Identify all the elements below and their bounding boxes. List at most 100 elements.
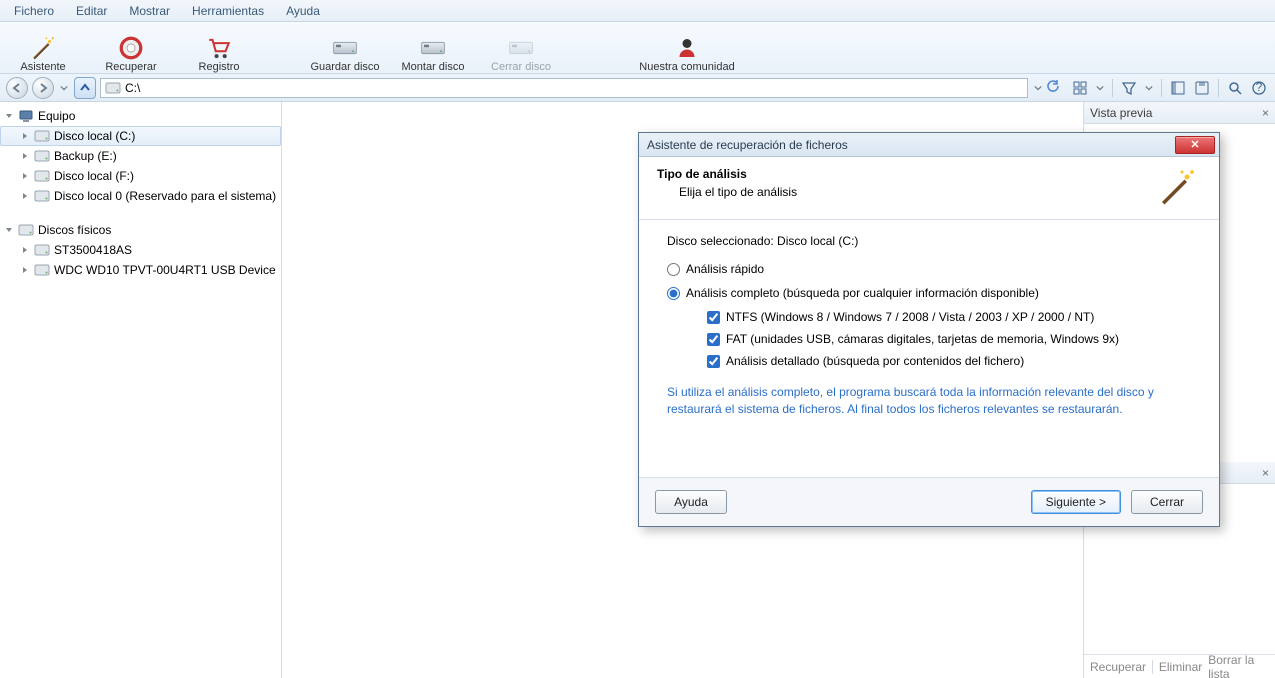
address-bar (0, 74, 1275, 102)
drive-icon (34, 262, 50, 278)
menu-help[interactable]: Ayuda (276, 2, 330, 20)
radio-quick-scan[interactable]: Análisis rápido (667, 262, 1199, 276)
disk-save-icon (332, 35, 358, 61)
search-button[interactable] (1225, 78, 1245, 98)
radio-quick-input[interactable] (667, 263, 680, 276)
toolbar-community-label: Nuestra comunidad (639, 61, 734, 73)
recovery-list-close[interactable]: × (1262, 466, 1269, 480)
tree-volume-c[interactable]: Disco local (C:) (0, 126, 281, 146)
tree-physical-label: WDC WD10 TPVT-00U4RT1 USB Device (54, 263, 276, 277)
caret-right-icon (20, 266, 30, 274)
drive-icon (34, 148, 50, 164)
tree-physical-disk-1[interactable]: WDC WD10 TPVT-00U4RT1 USB Device (0, 260, 281, 280)
caret-right-icon (20, 246, 30, 254)
checkbox-detailed-input[interactable] (707, 355, 720, 368)
footer-clear-button[interactable]: Borrar la lista (1208, 653, 1269, 678)
view-dropdown[interactable] (1094, 78, 1106, 98)
dialog-titlebar[interactable]: Asistente de recuperación de ficheros ✕ (639, 133, 1219, 157)
toolbar-mount-disk-button[interactable]: Montar disco (398, 23, 468, 73)
address-input[interactable] (125, 81, 1023, 95)
nav-back-button[interactable] (6, 77, 28, 99)
preview-panel-header: Vista previa × (1084, 102, 1275, 124)
preview-panel-close[interactable]: × (1262, 106, 1269, 120)
tree-volume-e[interactable]: Backup (E:) (0, 146, 281, 166)
tree-volume-system[interactable]: Disco local 0 (Reservado para el sistema… (0, 186, 281, 206)
menu-file[interactable]: Fichero (4, 2, 64, 20)
person-icon (674, 35, 700, 61)
tree-physical-disk-0[interactable]: ST3500418AS (0, 240, 281, 260)
recovery-list-footer: Recuperar Eliminar Borrar la lista (1084, 654, 1275, 678)
refresh-icon[interactable] (1046, 79, 1060, 96)
footer-delete-button[interactable]: Eliminar (1159, 660, 1202, 674)
panel-toggle-button[interactable] (1168, 78, 1188, 98)
dialog-next-button[interactable]: Siguiente > (1031, 490, 1121, 514)
toolbar-recover-button[interactable]: Recuperar (96, 23, 166, 73)
checkbox-fat-input[interactable] (707, 333, 720, 346)
checkbox-fat-label: FAT (unidades USB, cámaras digitales, ta… (726, 332, 1119, 346)
help-button[interactable] (1249, 78, 1269, 98)
filter-button[interactable] (1119, 78, 1139, 98)
dialog-title: Asistente de recuperación de ficheros (647, 138, 848, 152)
nav-forward-button[interactable] (32, 77, 54, 99)
menu-view[interactable]: Mostrar (119, 2, 180, 20)
drive-icon (34, 128, 50, 144)
device-tree: Equipo Disco local (C:) Backup (E:) Disc… (0, 102, 282, 678)
checkbox-ntfs-input[interactable] (707, 311, 720, 324)
toolbar-close-disk-label: Cerrar disco (491, 61, 551, 73)
dialog-cancel-button[interactable]: Cerrar (1131, 490, 1203, 514)
checkbox-ntfs-label: NTFS (Windows 8 / Windows 7 / 2008 / Vis… (726, 310, 1094, 324)
save-layout-button[interactable] (1192, 78, 1212, 98)
caret-right-icon (20, 192, 30, 200)
lifebuoy-icon (118, 35, 144, 61)
caret-right-icon (20, 132, 30, 140)
dialog-close-button[interactable]: ✕ (1175, 136, 1215, 154)
menu-bar: Fichero Editar Mostrar Herramientas Ayud… (0, 0, 1275, 22)
drive-icon (105, 80, 121, 96)
tree-volume-f[interactable]: Disco local (F:) (0, 166, 281, 186)
view-grid-button[interactable] (1070, 78, 1090, 98)
radio-full-input[interactable] (667, 287, 680, 300)
toolbar-register-button[interactable]: Registro (184, 23, 254, 73)
content-area: Asistente de recuperación de ficheros ✕ … (282, 102, 1083, 678)
toolbar-save-disk-button[interactable]: Guardar disco (310, 23, 380, 73)
toolbar-close-disk-button: Cerrar disco (486, 23, 556, 73)
footer-recover-button[interactable]: Recuperar (1090, 660, 1146, 674)
caret-down-icon (4, 112, 14, 120)
toolbar-mount-disk-label: Montar disco (402, 61, 465, 73)
wizard-wand-icon (1149, 167, 1205, 207)
tree-physical-label: ST3500418AS (54, 243, 132, 257)
address-input-container (100, 78, 1028, 98)
main-toolbar: Asistente Recuperar Registro Guardar dis… (0, 22, 1275, 74)
radio-full-scan[interactable]: Análisis completo (búsqueda por cualquie… (667, 286, 1199, 300)
address-dropdown[interactable] (1032, 78, 1044, 98)
filter-dropdown[interactable] (1143, 78, 1155, 98)
cart-icon (206, 35, 232, 61)
toolbar-register-label: Registro (199, 61, 240, 73)
checkbox-fat[interactable]: FAT (unidades USB, cámaras digitales, ta… (707, 332, 1199, 346)
tree-volume-label: Disco local (F:) (54, 169, 134, 183)
tree-computer-node[interactable]: Equipo (0, 106, 281, 126)
nav-history-dropdown[interactable] (58, 78, 70, 98)
checkbox-detailed[interactable]: Análisis detallado (búsqueda por conteni… (707, 354, 1199, 368)
dialog-help-button[interactable]: Ayuda (655, 490, 727, 514)
nav-up-button[interactable] (74, 77, 96, 99)
toolbar-save-disk-label: Guardar disco (310, 61, 379, 73)
dialog-subheading: Elija el tipo de análisis (679, 185, 797, 199)
menu-edit[interactable]: Editar (66, 2, 117, 20)
tree-physical-label: Discos físicos (38, 223, 111, 237)
toolbar-wizard-button[interactable]: Asistente (8, 23, 78, 73)
tree-volume-label: Disco local (C:) (54, 129, 135, 143)
selected-disk-label: Disco seleccionado: Disco local (C:) (667, 234, 1199, 248)
drive-icon (18, 222, 34, 238)
toolbar-wizard-label: Asistente (20, 61, 65, 73)
preview-panel-title: Vista previa (1090, 106, 1152, 120)
dialog-heading: Tipo de análisis (657, 167, 797, 181)
dialog-button-row: Ayuda Siguiente > Cerrar (639, 477, 1219, 526)
drive-icon (34, 168, 50, 184)
tree-volume-label: Disco local 0 (Reservado para el sistema… (54, 189, 276, 203)
checkbox-ntfs[interactable]: NTFS (Windows 8 / Windows 7 / 2008 / Vis… (707, 310, 1199, 324)
tree-physical-node[interactable]: Discos físicos (0, 220, 281, 240)
dialog-info-text: Si utiliza el análisis completo, el prog… (667, 384, 1199, 419)
toolbar-community-button[interactable]: Nuestra comunidad (632, 23, 742, 73)
menu-tools[interactable]: Herramientas (182, 2, 274, 20)
